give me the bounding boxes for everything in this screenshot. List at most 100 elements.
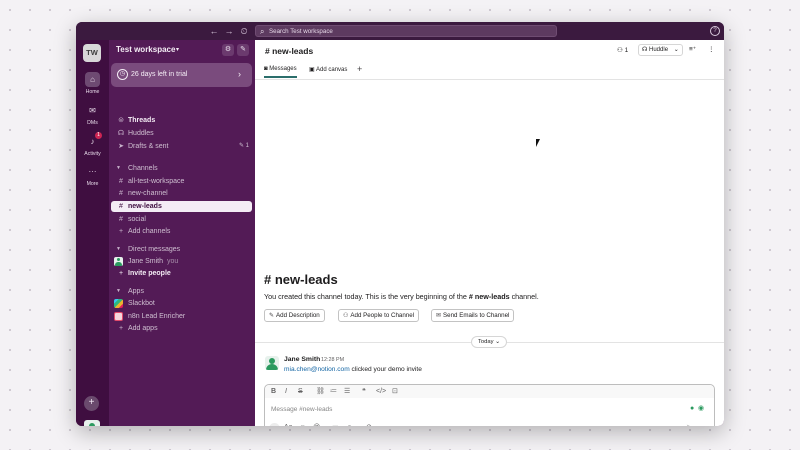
channels-section-header[interactable]: ▼ Channels <box>111 163 252 174</box>
rail-home[interactable]: ⌂ Home <box>76 72 109 95</box>
n8n-icon <box>114 312 123 321</box>
dm-section-header[interactable]: ▼ Direct messages <box>111 244 252 255</box>
mention-icon[interactable]: @ <box>313 423 320 426</box>
sidebar-item-huddles[interactable]: ☊ Huddles <box>111 128 252 139</box>
channel-label: all-test-workspace <box>128 178 185 185</box>
trial-banner[interactable]: ◷ 26 days left in trial › <box>111 63 252 87</box>
tab-add-canvas-label: Add canvas <box>316 67 348 73</box>
tab-add-canvas[interactable]: ▣ Add canvas <box>309 66 347 73</box>
sidebar-item-channel[interactable]: # new-channel <box>111 188 252 199</box>
add-tab-icon[interactable]: + <box>357 64 362 74</box>
caret-down-icon: ▼ <box>116 288 121 294</box>
sidebar-item-drafts[interactable]: ➤ Drafts & sent ✎ 1 <box>111 141 252 152</box>
channel-title[interactable]: # new-leads <box>265 46 313 56</box>
settings-icon[interactable]: ⚙ <box>222 44 234 56</box>
bold-icon[interactable]: B <box>271 386 276 397</box>
channel-view: # new-leads ⚇ 1 ☊ Huddle ⌄ ≡⁺ ⋮ ◙ Messag… <box>255 40 724 426</box>
shortcuts-icon[interactable]: ⊘ <box>366 423 372 426</box>
send-options-chevron-icon[interactable]: ⌄ <box>701 423 707 426</box>
bulleted-list-icon[interactable]: ☰ <box>344 386 350 397</box>
more-vertical-icon[interactable]: ⋮ <box>708 45 715 53</box>
avatar-head <box>89 423 95 426</box>
add-icon[interactable]: + <box>84 396 99 411</box>
channel-tabs: ◙ Messages ▣ Add canvas + <box>255 62 724 80</box>
dm-you-tag: you <box>167 258 179 265</box>
member-count[interactable]: ⚇ 1 <box>617 46 628 54</box>
ai-assist-icon[interactable]: ● <box>690 404 694 414</box>
huddle-button[interactable]: ☊ Huddle ⌄ <box>638 44 683 56</box>
sidebar-item-threads[interactable]: ⊜ Threads <box>111 115 252 126</box>
sidebar-item-channel[interactable]: # social <box>111 214 252 225</box>
video-icon[interactable]: ▭ <box>332 423 339 426</box>
grammar-icon[interactable]: ◉ <box>698 404 704 414</box>
today-pill[interactable]: Today ⌄ <box>471 336 507 348</box>
intro-text-post: channel. <box>509 292 539 301</box>
rail-activity-label: Activity <box>84 151 101 157</box>
sidebar-item-dm[interactable]: Jane Smith you <box>111 256 252 267</box>
drafts-count: ✎ 1 <box>238 143 249 149</box>
sidebar-item-app[interactable]: n8n Lead Enricher <box>111 311 252 322</box>
hash-icon: # <box>119 203 123 210</box>
sidebar-item-label: Huddles <box>128 130 154 137</box>
messages-icon: ◙ <box>264 66 268 72</box>
sidebar-item-app[interactable]: Slackbot <box>111 298 252 309</box>
add-description-button[interactable]: ✎ Add Description <box>264 309 325 322</box>
apps-section-header[interactable]: ▼ Apps <box>111 286 252 297</box>
channel-label: social <box>128 216 146 223</box>
add-people-button[interactable]: ⚇ Add People to Channel <box>338 309 420 322</box>
search-bar[interactable]: ⌕ Search Test workspace <box>255 25 557 37</box>
compose-icon[interactable]: ✎ <box>237 44 249 56</box>
blockquote-icon[interactable]: ❝ <box>362 386 366 397</box>
help-icon[interactable]: ? <box>710 26 720 36</box>
workspace-avatar[interactable]: TW <box>83 44 101 62</box>
workspace-name[interactable]: Test workspace <box>116 45 175 54</box>
forward-arrow-icon[interactable]: → <box>223 25 235 37</box>
message-email-link[interactable]: mia.chen@notion.com <box>284 366 350 373</box>
workspace-rail: TW ⌂ Home ✉ DMs ♪ 1 Activity ··· More + <box>76 40 109 426</box>
attach-plus-icon[interactable]: + <box>269 423 280 426</box>
hash-icon: # <box>119 190 123 197</box>
canvas-list-icon[interactable]: ≡⁺ <box>689 45 696 53</box>
sidebar-item-channel[interactable]: # all-test-workspace <box>111 176 252 187</box>
avatar-body <box>115 262 122 266</box>
add-channels-item[interactable]: + Add channels <box>111 226 252 237</box>
tab-messages-label: Messages <box>269 66 297 72</box>
message-composer[interactable]: B I S ⛓ ≔ ☰ ❝ </> ⊡ Message #new-leads ●… <box>264 384 715 426</box>
tab-messages[interactable]: ◙ Messages <box>264 66 297 78</box>
rail-dms[interactable]: ✉ DMs <box>76 103 109 126</box>
send-icon: ➤ <box>118 143 124 150</box>
chevron-down-icon[interactable]: ▾ <box>176 46 179 53</box>
microphone-icon[interactable]: ♆ <box>347 423 352 426</box>
add-people-label: Add People to Channel <box>350 312 415 319</box>
ordered-list-icon[interactable]: ≔ <box>330 386 337 397</box>
add-apps-item[interactable]: + Add apps <box>111 323 252 334</box>
send-emails-button[interactable]: ✉ Send Emails to Channel <box>431 309 515 322</box>
emoji-icon[interactable]: ☺ <box>299 423 306 426</box>
add-person-icon: ⚇ <box>343 313 349 319</box>
italic-icon[interactable]: I <box>285 386 287 397</box>
intro-channel-name[interactable]: # new-leads <box>469 292 510 301</box>
plus-icon: + <box>118 228 124 235</box>
channel-intro-description: You created this channel today. This is … <box>264 292 539 301</box>
invite-people-item[interactable]: + Invite people <box>111 268 252 279</box>
code-icon[interactable]: </> <box>376 386 386 397</box>
message-timestamp[interactable]: 12:28 PM <box>321 357 344 363</box>
history-icon[interactable]: ⏲ <box>238 25 250 37</box>
rail-more[interactable]: ··· More <box>76 164 109 187</box>
message-author[interactable]: Jane Smith <box>284 356 320 363</box>
message-input-placeholder[interactable]: Message #new-leads <box>271 406 332 413</box>
text-format-icon[interactable]: Aa <box>284 423 293 426</box>
rail-activity[interactable]: ♪ 1 Activity <box>76 132 109 157</box>
message-avatar[interactable] <box>265 356 279 370</box>
rail-more-label: More <box>86 181 99 187</box>
code-block-icon[interactable]: ⊡ <box>392 386 398 397</box>
back-arrow-icon[interactable]: ← <box>208 25 220 37</box>
mouse-cursor <box>536 139 540 147</box>
search-placeholder: Search Test workspace <box>269 28 333 35</box>
link-icon[interactable]: ⛓ <box>316 386 325 397</box>
send-icon[interactable]: ➤ <box>686 423 692 426</box>
user-avatar[interactable] <box>84 420 100 426</box>
sidebar-item-channel-active[interactable]: # new-leads <box>111 201 252 212</box>
strikethrough-icon[interactable]: S <box>298 386 303 397</box>
section-label: Apps <box>128 288 144 295</box>
